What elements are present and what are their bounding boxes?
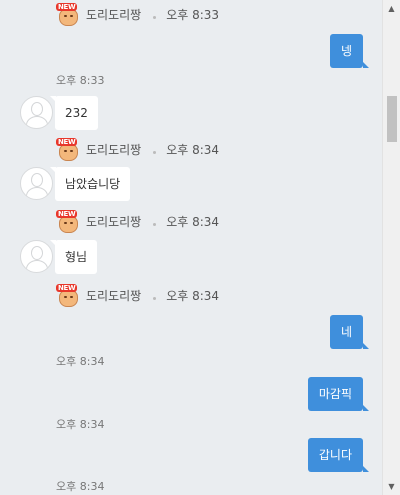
- message-time: 오후 8:34: [56, 355, 105, 368]
- chat-window: NEW 도리도리짱 오후 8:33 넹 오후 8:33 232 NEW 도리도리…: [0, 0, 400, 495]
- separator-dot: [153, 15, 157, 19]
- scroll-down-arrow-icon[interactable]: ▼: [383, 478, 400, 495]
- sender-name: 도리도리짱: [86, 214, 142, 229]
- user-avatar[interactable]: [20, 96, 53, 129]
- face-icon: [59, 290, 78, 307]
- user-avatar[interactable]: [20, 167, 53, 200]
- separator-dot: [153, 150, 157, 154]
- user-avatar[interactable]: [20, 240, 53, 273]
- scroll-thumb[interactable]: [387, 96, 397, 142]
- vertical-scrollbar[interactable]: ▲ ▼: [382, 0, 400, 495]
- message-time: 오후 8:33: [56, 74, 105, 87]
- new-label: NEW: [56, 210, 78, 218]
- avatar-body: [26, 116, 48, 128]
- outgoing-message-bubble[interactable]: 마감픽: [307, 377, 370, 411]
- outgoing-message-bubble[interactable]: 넹: [329, 34, 370, 68]
- outgoing-message-bubble[interactable]: 네: [329, 315, 370, 349]
- face-icon: [59, 216, 78, 233]
- sender-name-row: NEW 도리도리짱 오후 8:34: [56, 284, 220, 307]
- separator-dot: [153, 222, 157, 226]
- incoming-message-bubble[interactable]: 형님: [49, 240, 98, 274]
- sender-name-row: NEW 도리도리짱 오후 8:33: [56, 3, 220, 26]
- outgoing-message-bubble[interactable]: 갑니다: [307, 438, 370, 472]
- face-icon: [59, 144, 78, 161]
- scroll-up-arrow-icon[interactable]: ▲: [383, 0, 400, 17]
- new-label: NEW: [56, 284, 78, 292]
- message-time: 오후 8:34: [166, 214, 220, 229]
- avatar-body: [26, 187, 48, 199]
- new-label: NEW: [56, 3, 78, 11]
- avatar-head: [31, 246, 43, 260]
- face-icon: [59, 9, 78, 26]
- message-time: 오후 8:34: [166, 142, 220, 157]
- sender-name-row: NEW 도리도리짱 오후 8:34: [56, 210, 220, 233]
- avatar-body: [26, 260, 48, 272]
- incoming-message-bubble[interactable]: 232: [50, 96, 98, 130]
- avatar-head: [31, 102, 43, 116]
- sender-name: 도리도리짱: [86, 7, 142, 22]
- new-badge-icon: NEW: [56, 3, 80, 26]
- message-time: 오후 8:34: [56, 480, 105, 493]
- sender-name: 도리도리짱: [86, 142, 142, 157]
- separator-dot: [153, 296, 157, 300]
- message-time: 오후 8:34: [56, 418, 105, 431]
- sender-name-row: NEW 도리도리짱 오후 8:34: [56, 138, 220, 161]
- new-badge-icon: NEW: [56, 284, 80, 307]
- new-badge-icon: NEW: [56, 138, 80, 161]
- new-badge-icon: NEW: [56, 210, 80, 233]
- message-time: 오후 8:33: [166, 7, 220, 22]
- avatar-head: [31, 173, 43, 187]
- incoming-message-bubble[interactable]: 남았습니당: [49, 167, 131, 201]
- sender-name: 도리도리짱: [86, 288, 142, 303]
- message-time: 오후 8:34: [166, 288, 220, 303]
- new-label: NEW: [56, 138, 78, 146]
